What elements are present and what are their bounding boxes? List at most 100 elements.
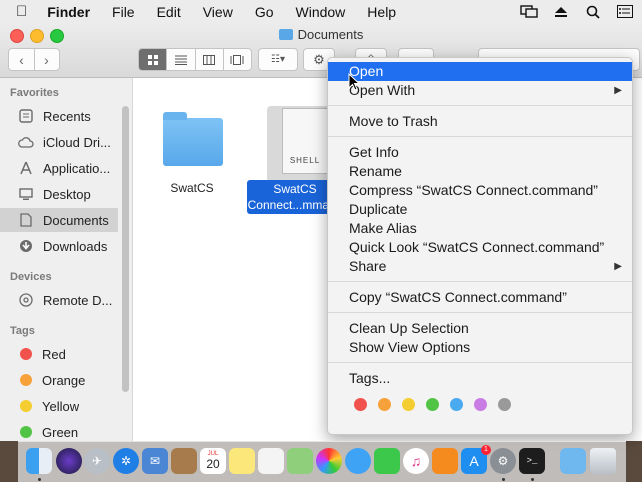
view-mode-group xyxy=(138,48,252,71)
tag-purple-button[interactable] xyxy=(474,398,487,411)
sidebar-item-downloads[interactable]: Downloads xyxy=(0,234,118,258)
sidebar-header-tags: Tags xyxy=(10,325,35,337)
menu-window[interactable]: Window xyxy=(296,4,346,20)
siri-dock-icon[interactable] xyxy=(56,448,82,474)
forward-button[interactable]: › xyxy=(35,52,59,68)
sidebar-item-remote-disc[interactable]: Remote D... xyxy=(0,288,118,312)
menu-edit[interactable]: Edit xyxy=(157,4,181,20)
arrange-button[interactable]: ☷▾ xyxy=(258,48,298,71)
menu-item-show-view-options[interactable]: Show View Options xyxy=(328,338,632,357)
menu-item-move-to-trash[interactable]: Move to Trash xyxy=(328,112,632,131)
terminal-dock-icon[interactable]: >_ xyxy=(519,448,545,474)
yellow-tag-dot xyxy=(20,400,32,412)
menu-item-tags[interactable]: Tags... xyxy=(328,369,632,388)
folder-icon[interactable] xyxy=(163,112,223,166)
sidebar-item-label: Downloads xyxy=(43,238,108,254)
shell-script-icon[interactable]: SHELL xyxy=(282,108,328,174)
submenu-arrow-icon: ▶ xyxy=(614,261,622,272)
messages-dock-icon[interactable] xyxy=(345,448,371,474)
applications-icon xyxy=(17,160,35,176)
menu-item-share[interactable]: Share ▶ xyxy=(328,257,632,276)
menu-item-duplicate[interactable]: Duplicate xyxy=(328,200,632,219)
menu-separator xyxy=(328,312,632,313)
arrange-icon: ☷▾ xyxy=(271,54,285,65)
folder-icon xyxy=(278,29,293,40)
calendar-day: 20 xyxy=(206,457,220,471)
sidebar-item-desktop[interactable]: Desktop xyxy=(0,182,118,206)
sidebar-item-label: Orange xyxy=(42,372,86,388)
music-dock-icon[interactable]: ♫ xyxy=(403,448,429,474)
column-view-button[interactable] xyxy=(194,49,223,70)
sidebar-item-label: Applicatio... xyxy=(43,160,111,176)
display-mirroring-icon[interactable] xyxy=(520,4,538,19)
menu-separator xyxy=(328,136,632,137)
eject-icon[interactable] xyxy=(552,5,570,19)
menu-separator xyxy=(328,105,632,106)
system-preferences-dock-icon[interactable]: ⚙ xyxy=(490,448,516,474)
window-title: Documents xyxy=(0,27,642,42)
tag-blue-button[interactable] xyxy=(450,398,463,411)
tag-red-button[interactable] xyxy=(354,398,367,411)
menu-item-open[interactable]: Open xyxy=(328,62,632,81)
sidebar-item-tag-red[interactable]: Red xyxy=(0,342,118,366)
gallery-view-button[interactable] xyxy=(222,49,251,70)
menu-help[interactable]: Help xyxy=(367,4,396,20)
menu-item-quick-look[interactable]: Quick Look “SwatCS Connect.command” xyxy=(328,238,632,257)
contacts-dock-icon[interactable] xyxy=(171,448,197,474)
reminders-dock-icon[interactable] xyxy=(258,448,284,474)
tag-gray-button[interactable] xyxy=(498,398,511,411)
sidebar-item-tag-orange[interactable]: Orange xyxy=(0,368,118,392)
list-view-button[interactable] xyxy=(166,49,194,70)
sidebar-item-applications[interactable]: Applicatio... xyxy=(0,156,118,180)
sidebar-item-label: Green xyxy=(42,424,79,440)
sidebar-item-documents[interactable]: Documents xyxy=(0,208,118,232)
tag-orange-button[interactable] xyxy=(378,398,391,411)
menu-item-label: Share xyxy=(349,258,387,274)
notification-center-icon[interactable] xyxy=(616,5,634,19)
back-button[interactable]: ‹ xyxy=(10,52,34,68)
facetime-dock-icon[interactable] xyxy=(374,448,400,474)
sidebar-item-label: Red xyxy=(42,346,66,362)
menu-item-rename[interactable]: Rename xyxy=(328,162,632,181)
downloads-stack-dock-icon[interactable] xyxy=(560,448,586,474)
finder-dock-icon[interactable] xyxy=(26,448,52,474)
gear-icon: ⚙ xyxy=(313,51,325,67)
calendar-dock-icon[interactable]: JUL 20 xyxy=(200,448,226,474)
sidebar-item-tag-yellow[interactable]: Yellow xyxy=(0,394,118,418)
tag-green-button[interactable] xyxy=(426,398,439,411)
folder-label[interactable]: SwatCS xyxy=(151,181,233,195)
menu-item-get-info[interactable]: Get Info xyxy=(328,143,632,162)
books-dock-icon[interactable] xyxy=(432,448,458,474)
menu-item-compress[interactable]: Compress “SwatCS Connect.command” xyxy=(328,181,632,200)
photos-dock-icon[interactable] xyxy=(316,448,342,474)
maps-dock-icon[interactable] xyxy=(287,448,313,474)
sidebar-item-tag-green[interactable]: Green xyxy=(0,420,118,441)
launchpad-dock-icon[interactable]: ✈ xyxy=(84,448,110,474)
menu-bar:  Finder File Edit View Go Window Help xyxy=(0,0,642,24)
shell-label: SHELL xyxy=(289,156,321,165)
apple-menu-icon[interactable]:  xyxy=(16,3,27,20)
menu-item-open-with[interactable]: Open With ▶ xyxy=(328,81,632,100)
menu-item-make-alias[interactable]: Make Alias xyxy=(328,219,632,238)
menu-item-copy[interactable]: Copy “SwatCS Connect.command” xyxy=(328,288,632,307)
menu-file[interactable]: File xyxy=(112,4,135,20)
app-store-dock-icon[interactable]: A 1 xyxy=(461,445,491,474)
tag-yellow-button[interactable] xyxy=(402,398,415,411)
sidebar-item-label: Yellow xyxy=(42,398,80,414)
notes-dock-icon[interactable] xyxy=(229,448,255,474)
sidebar-item-recents[interactable]: Recents xyxy=(0,104,118,128)
trash-dock-icon[interactable] xyxy=(590,448,616,474)
desktop-icon xyxy=(17,186,35,202)
menu-item-clean-up-selection[interactable]: Clean Up Selection xyxy=(328,319,632,338)
safari-dock-icon[interactable]: ✲ xyxy=(113,448,139,474)
sidebar-item-icloud-drive[interactable]: iCloud Dri... xyxy=(0,130,118,154)
icon-view-button[interactable] xyxy=(139,49,167,70)
spotlight-search-icon[interactable] xyxy=(584,5,602,19)
menu-view[interactable]: View xyxy=(203,4,233,20)
mail-dock-icon[interactable]: ✉ xyxy=(142,448,168,474)
menu-finder[interactable]: Finder xyxy=(47,4,90,20)
sidebar-item-label: Remote D... xyxy=(43,292,113,308)
menu-go[interactable]: Go xyxy=(255,4,274,20)
sidebar-scrollbar[interactable] xyxy=(122,106,129,392)
context-menu: Open Open With ▶ Move to Trash Get Info … xyxy=(327,57,633,435)
